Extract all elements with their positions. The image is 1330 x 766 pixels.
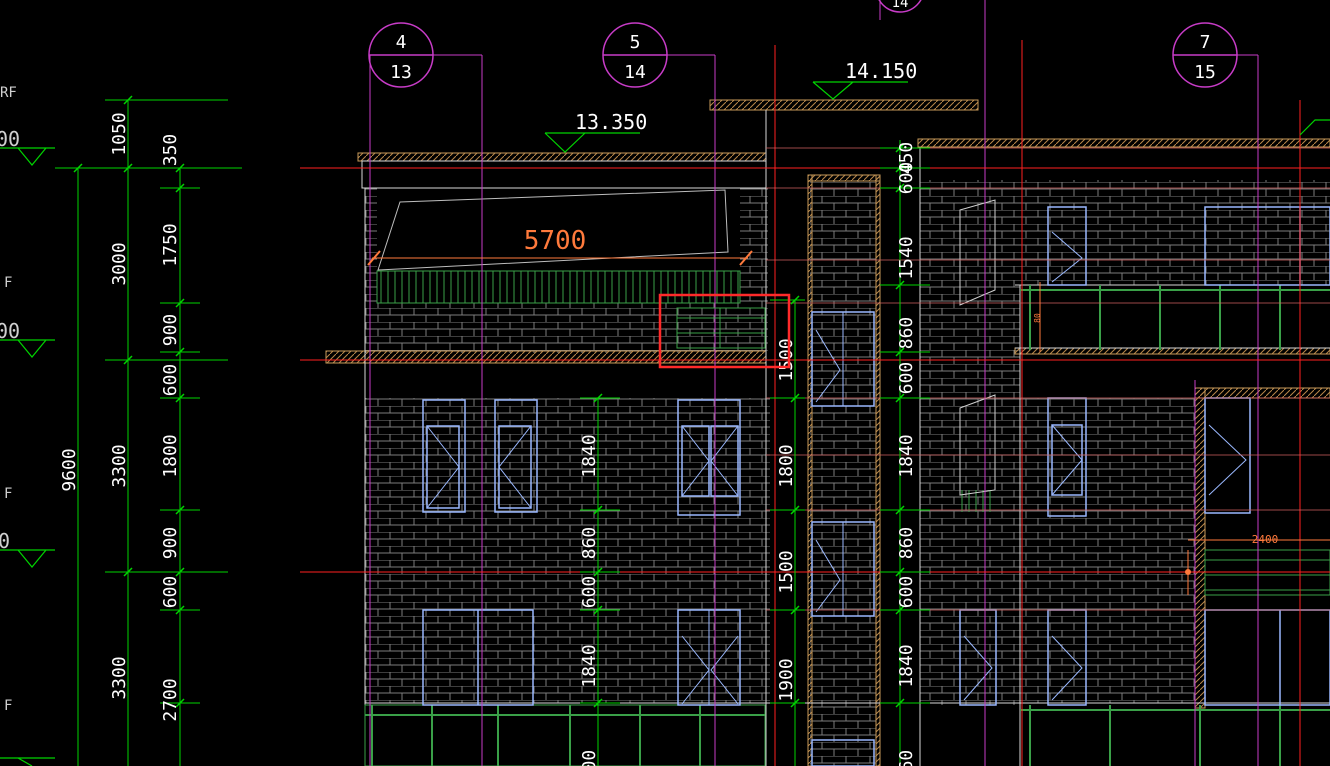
svg-text:860: 860 <box>579 527 600 560</box>
svg-text:F: F <box>4 275 12 291</box>
svg-text:00: 00 <box>0 127 20 151</box>
svg-text:F: F <box>4 486 12 502</box>
axis-bubble-5-14: 5 14 <box>602 22 668 88</box>
svg-text:14: 14 <box>624 62 646 83</box>
svg-text:860: 860 <box>896 750 917 766</box>
axis-bubble-4-13: 4 13 <box>368 22 434 88</box>
svg-text:600: 600 <box>896 576 917 609</box>
svg-text:3300: 3300 <box>109 444 130 487</box>
svg-text:900: 900 <box>160 314 181 347</box>
svg-text:15: 15 <box>1194 62 1216 83</box>
svg-text:5: 5 <box>630 32 641 53</box>
axis-bubble-7-15: 7 15 <box>1172 22 1238 88</box>
svg-text:1840: 1840 <box>896 434 917 477</box>
svg-text:1500: 1500 <box>776 338 797 381</box>
svg-text:600: 600 <box>579 576 600 609</box>
svg-text:860: 860 <box>896 527 917 560</box>
svg-text:1750: 1750 <box>160 223 181 266</box>
cad-elevation-drawing[interactable]: 4 13 5 14 7 15 14 13.350 14.150 RF 00 F … <box>0 0 1330 766</box>
svg-text:4: 4 <box>396 32 407 53</box>
svg-text:80: 80 <box>1033 313 1042 323</box>
svg-text:RF: RF <box>0 85 17 101</box>
svg-text:13.350: 13.350 <box>575 110 647 134</box>
svg-text:F: F <box>4 698 12 714</box>
svg-text:3300: 3300 <box>109 656 130 699</box>
svg-text:1900: 1900 <box>776 658 797 701</box>
svg-text:3000: 3000 <box>109 242 130 285</box>
svg-text:5700: 5700 <box>524 226 587 256</box>
svg-text:14: 14 <box>892 0 909 11</box>
svg-text:1840: 1840 <box>579 644 600 687</box>
svg-text:1500: 1500 <box>776 550 797 593</box>
svg-text:1840: 1840 <box>579 434 600 477</box>
svg-text:900: 900 <box>160 527 181 560</box>
svg-text:1800: 1800 <box>776 444 797 487</box>
svg-text:1840: 1840 <box>896 644 917 687</box>
svg-text:9600: 9600 <box>59 448 80 491</box>
svg-text:350: 350 <box>160 134 181 167</box>
svg-text:2700: 2700 <box>160 678 181 721</box>
svg-text:600: 600 <box>896 162 917 195</box>
svg-text:1050: 1050 <box>109 112 130 155</box>
svg-text:860: 860 <box>896 317 917 350</box>
svg-text:13: 13 <box>390 62 412 83</box>
svg-text:600: 600 <box>160 576 181 609</box>
svg-text:600: 600 <box>896 362 917 395</box>
svg-text:00: 00 <box>0 319 20 343</box>
svg-text:1540: 1540 <box>896 236 917 279</box>
svg-text:600: 600 <box>160 364 181 397</box>
svg-text:14.150: 14.150 <box>845 59 917 83</box>
svg-text:0: 0 <box>0 529 10 553</box>
svg-text:600: 600 <box>579 750 600 766</box>
svg-text:1800: 1800 <box>160 434 181 477</box>
svg-text:2400: 2400 <box>1252 533 1279 546</box>
svg-text:7: 7 <box>1200 32 1211 53</box>
